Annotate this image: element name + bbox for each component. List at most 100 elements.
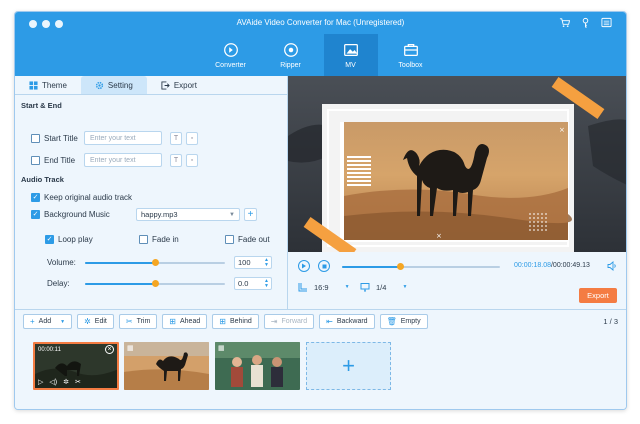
end-title-label: End Title	[44, 155, 76, 165]
screen-page-value[interactable]: 1/4	[376, 283, 386, 292]
stepper-arrows-icon[interactable]: ▲ ▼	[264, 257, 271, 268]
empty-button[interactable]: 🗑 Empty	[379, 314, 428, 329]
start-title-font-button[interactable]: T	[170, 131, 182, 145]
add-music-button[interactable]: +	[244, 208, 257, 221]
player-controls: 00:00:18.08 /00:00:49.13 16:9 ▼ 1/4 ▼ Ex…	[288, 252, 626, 309]
clip-1-actions: ▷ ◁) ✲ ✂	[38, 378, 81, 386]
trim-label: Trim	[136, 318, 151, 325]
backward-button[interactable]: ⇤ Backward	[319, 314, 375, 329]
end-title-input[interactable]: Enter your text	[84, 153, 162, 167]
toolbox-icon	[403, 43, 418, 57]
volume-slider[interactable]	[85, 258, 225, 266]
delay-slider-knob[interactable]	[151, 279, 159, 287]
nav-mv[interactable]: MV	[323, 34, 378, 76]
fade-in-label: Fade in	[152, 235, 179, 244]
volume-icon[interactable]: ◁)	[49, 378, 57, 386]
edit-label: Edit	[94, 318, 107, 325]
tab-setting[interactable]: Setting	[80, 76, 147, 94]
preview-panel: × × 00:00:18.08 /00:00:49.13 16:9 ▼ 1/4 …	[287, 76, 626, 309]
keep-original-checkbox[interactable]: ✓	[31, 193, 40, 202]
loop-play-checkbox[interactable]: ✓	[45, 235, 54, 244]
playback-progress-knob[interactable]	[396, 263, 404, 270]
delay-slider[interactable]	[85, 279, 225, 287]
trash-icon: 🗑	[386, 317, 397, 326]
gear-icon	[95, 81, 104, 89]
stepper-arrows-icon[interactable]: ▲ ▼	[264, 278, 271, 289]
delay-stepper[interactable]: 0.0 ▲ ▼	[234, 277, 272, 290]
playback-progress[interactable]	[342, 263, 500, 270]
mv-icon	[343, 43, 358, 57]
empty-label: Empty	[400, 318, 421, 325]
nav-toolbox-label: Toolbox	[398, 62, 423, 69]
screen-dropdown-icon[interactable]: ▼	[402, 284, 407, 290]
tab-theme-label: Theme	[42, 80, 67, 90]
scissors-icon: ✂	[125, 317, 133, 326]
window-title: AVAide Video Converter for Mac (Unregist…	[236, 18, 405, 27]
tab-export[interactable]: Export	[147, 76, 211, 94]
aspect-ratio-value[interactable]: 16:9	[314, 283, 329, 292]
insert-behind-icon: ⊞	[219, 317, 226, 326]
volume-slider-knob[interactable]	[151, 258, 159, 266]
music-file-select[interactable]: happy.mp3 ▼	[136, 208, 240, 221]
tab-export-label: Export	[173, 80, 197, 90]
clip-2-image	[124, 342, 209, 390]
cart-icon[interactable]	[559, 17, 570, 28]
delay-row: Delay: 0.0 ▲ ▼	[47, 277, 272, 290]
volume-row: Volume: 100 ▲ ▼	[47, 256, 272, 269]
nav-converter-label: Converter	[215, 62, 246, 69]
settings-panel: Theme Setting Export Start & End Start T…	[15, 76, 287, 309]
volume-label: Volume:	[47, 258, 76, 267]
panel-tabs: Theme Setting Export	[15, 76, 287, 95]
clip-3-image	[215, 342, 300, 390]
export-button[interactable]: Export	[579, 288, 617, 303]
playback-progress-fill	[342, 266, 401, 268]
volume-icon[interactable]	[607, 261, 617, 273]
keep-original-label: Keep original audio track	[44, 193, 133, 202]
tab-theme[interactable]: Theme	[15, 76, 81, 94]
chevron-down-icon: ▼	[229, 211, 235, 218]
volume-stepper[interactable]: 100 ▲ ▼	[234, 256, 272, 269]
stop-button[interactable]	[318, 260, 330, 272]
clip-thumbnail-1[interactable]: 00:00:11 × ▷ ◁) ✲ ✂	[33, 342, 119, 390]
start-title-input[interactable]: Enter your text	[84, 131, 162, 145]
ahead-button[interactable]: ⊞ Ahead	[162, 314, 208, 329]
start-end-heading: Start & End	[21, 101, 62, 110]
fade-out-checkbox[interactable]	[225, 235, 234, 244]
edit-button[interactable]: ✲ Edit	[77, 314, 114, 329]
top-icons	[559, 17, 612, 28]
ahead-label: Ahead	[180, 318, 201, 325]
nav-ripper[interactable]: Ripper	[264, 34, 318, 76]
add-button[interactable]: + Add ▼	[23, 314, 73, 329]
aspect-dropdown-icon[interactable]: ▼	[345, 284, 350, 290]
trim-button[interactable]: ✂ Trim	[118, 314, 158, 329]
clip-timeline: 00:00:11 × ▷ ◁) ✲ ✂ ▦ ▦ +	[15, 333, 626, 409]
loop-play-label: Loop play	[58, 235, 93, 244]
clip-thumbnail-3[interactable]: ▦	[215, 342, 300, 390]
start-title-settings-button[interactable]: ▫	[186, 131, 198, 145]
start-title-checkbox[interactable]	[31, 133, 40, 143]
keep-original-row: ✓ Keep original audio track	[31, 193, 132, 202]
ratio-control: 16:9 ▼	[298, 282, 350, 292]
remove-clip-icon[interactable]: ×	[105, 345, 114, 354]
magic-wand-icon[interactable]: ✲	[63, 378, 69, 386]
menu-icon[interactable]	[601, 17, 612, 28]
play-button[interactable]	[298, 260, 310, 272]
nav-toolbox[interactable]: Toolbox	[384, 34, 438, 76]
end-title-font-button[interactable]: T	[170, 153, 182, 167]
behind-button[interactable]: ⊞ Behind	[212, 314, 259, 329]
play-icon[interactable]: ▷	[38, 378, 43, 386]
nav-converter[interactable]: Converter	[204, 34, 258, 76]
clip-thumbnail-2[interactable]: ▦	[124, 342, 209, 390]
clip-1-duration: 00:00:11	[38, 347, 61, 353]
fade-in-checkbox[interactable]	[139, 235, 148, 244]
monitor-icon	[360, 283, 370, 292]
forward-button[interactable]: ⇥ Forward	[263, 314, 315, 329]
end-title-settings-button[interactable]: ▫	[186, 153, 198, 167]
end-title-checkbox[interactable]	[31, 155, 40, 165]
background-music-checkbox[interactable]: ✓	[31, 210, 40, 219]
clip-page-count: 1 / 3	[603, 317, 618, 326]
add-clip-tile[interactable]: +	[306, 342, 391, 390]
scissors-icon[interactable]: ✂	[75, 378, 81, 386]
background-music-row: ✓ Background Music happy.mp3 ▼ +	[31, 208, 257, 221]
key-icon[interactable]	[580, 17, 591, 28]
